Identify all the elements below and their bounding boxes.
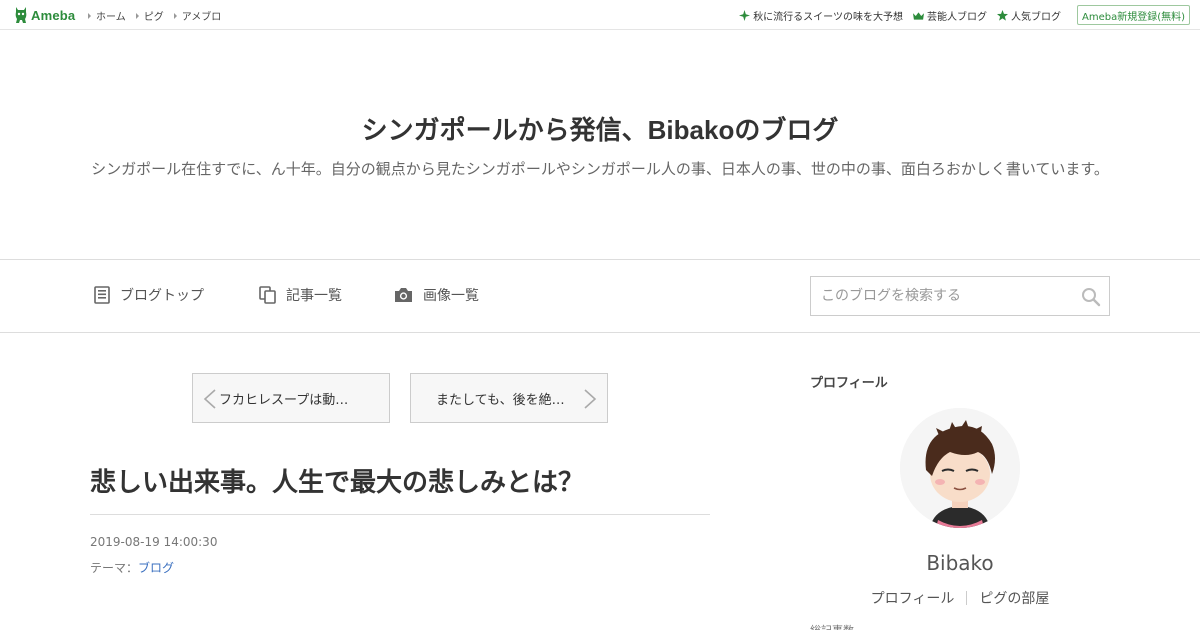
next-article-button[interactable]: またしても、後を絶… — [410, 373, 608, 423]
article-title[interactable]: 悲しい出来事。人生で最大の悲しみとは？ — [90, 462, 584, 499]
prev-article-button[interactable]: フカヒレスープは動… — [192, 373, 390, 423]
article-divider — [90, 514, 710, 515]
crown-icon — [913, 11, 924, 20]
global-nav-label: ホーム — [96, 12, 126, 23]
profile-link[interactable]: プロフィール — [871, 588, 955, 608]
blog-search-input[interactable] — [811, 277, 1071, 315]
avatar-illustration — [900, 408, 1020, 528]
copy-icon — [259, 286, 276, 304]
global-nav: ホーム ピグ アメブロ — [88, 8, 221, 23]
nav-blog-top[interactable]: ブログトップ — [94, 285, 204, 305]
profile-name[interactable]: Bibako — [810, 551, 1110, 575]
star-icon — [997, 10, 1008, 21]
blog-description: シンガポール在住すでに、ん十年。自分の観点から見たシンガポールやシンガポール人の… — [91, 160, 1109, 178]
global-nav-label: アメブロ — [181, 12, 222, 23]
nav-label: 記事一覧 — [286, 288, 342, 304]
promo-link-label: 芸能人ブログ — [927, 12, 987, 23]
register-button[interactable]: Ameba新規登録(無料) — [1077, 5, 1190, 25]
promo-link-sweets[interactable]: 秋に流行るスイーツの味を大予想 — [739, 8, 903, 23]
promo-link-popular[interactable]: 人気ブログ — [997, 8, 1061, 23]
link-separator — [966, 591, 968, 605]
global-nav-pigg[interactable]: ピグ — [135, 8, 164, 23]
sparkle-icon — [739, 10, 751, 21]
article-date: 2019-08-19 14:00:30 — [90, 535, 218, 549]
profile-heading: プロフィール — [810, 376, 888, 391]
blog-search-box — [810, 276, 1110, 316]
global-header: Ameba ホーム ピグ アメブロ 秋に流行るスイーツの味を大予想 芸能人ブログ… — [0, 0, 1200, 30]
nav-label: ブログトップ — [120, 288, 204, 304]
blog-nav-bar: ブログトップ 記事一覧 画像一覧 — [0, 259, 1200, 333]
ameba-mascot-icon — [15, 7, 27, 23]
nav-article-list[interactable]: 記事一覧 — [259, 285, 342, 305]
theme-label: テーマ： — [90, 561, 139, 575]
blog-title[interactable]: シンガポールから発信、Bibakoのブログ — [0, 110, 1200, 147]
avatar[interactable] — [900, 408, 1020, 528]
triangle-right-icon — [173, 12, 177, 19]
promo-link-celebrity[interactable]: 芸能人ブログ — [913, 8, 987, 23]
nav-label: 画像一覧 — [423, 288, 479, 304]
triangle-right-icon — [135, 12, 139, 19]
global-nav-label: ピグ — [143, 12, 164, 23]
theme-link[interactable]: ブログ — [138, 561, 174, 575]
promo-link-label: 人気ブログ — [1011, 12, 1061, 23]
promo-link-label: 秋に流行るスイーツの味を大予想 — [753, 12, 903, 23]
nav-image-list[interactable]: 画像一覧 — [394, 285, 479, 305]
article-theme: テーマ：ブログ — [90, 559, 174, 576]
document-icon — [94, 286, 110, 304]
camera-icon — [395, 288, 412, 302]
chevron-left-icon — [203, 389, 216, 409]
triangle-right-icon — [88, 12, 91, 19]
pigg-room-link[interactable]: ピグの部屋 — [979, 588, 1049, 608]
prev-article-title: フカヒレスープは動… — [219, 392, 349, 408]
profile-links: プロフィール ピグの部屋 — [810, 588, 1110, 608]
logo-text: Ameba — [31, 7, 76, 23]
ameba-logo[interactable]: Ameba — [14, 6, 75, 24]
search-icon[interactable] — [1081, 287, 1101, 307]
sidebar-truncated-text: 総記事数 — [810, 622, 854, 630]
chevron-right-icon — [584, 389, 597, 409]
global-nav-ameblo[interactable]: アメブロ — [173, 8, 222, 23]
global-nav-home[interactable]: ホーム — [88, 8, 126, 23]
header-promo-links: 秋に流行るスイーツの味を大予想 芸能人ブログ 人気ブログ — [739, 8, 1061, 23]
next-article-title: またしても、後を絶… — [436, 392, 565, 408]
